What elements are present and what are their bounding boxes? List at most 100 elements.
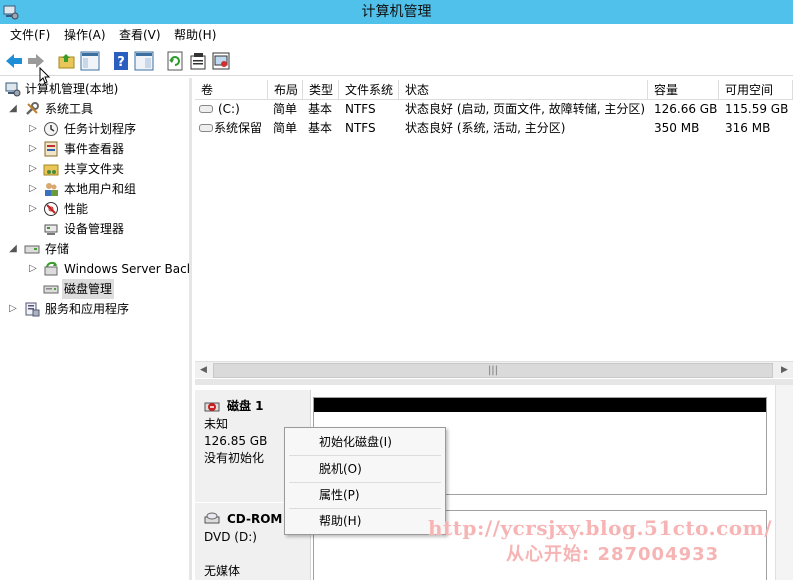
navigation-tree: 计算机管理(本地) ◢ 系统工具 ▷ 任务计划程序 ▷ 事件查看器 ▷ 共享文件… <box>0 78 192 580</box>
column-header-volume[interactable]: 卷 <box>195 80 268 100</box>
volume-name: 系统保留 <box>214 121 263 135</box>
expand-arrow-icon[interactable]: ▷ <box>28 159 38 179</box>
column-header-layout[interactable]: 布局 <box>268 80 303 100</box>
tree-item-services-applications[interactable]: ▷ 服务和应用程序 <box>0 299 189 319</box>
menu-view[interactable]: 查看(V) <box>117 24 163 46</box>
cdrom-icon <box>204 512 220 524</box>
disk-error-icon <box>204 402 220 412</box>
volume-capacity: 126.66 GB <box>654 102 718 116</box>
scroll-left-icon[interactable]: ◀ <box>195 362 212 379</box>
tree-item-system-tools[interactable]: ◢ 系统工具 <box>0 99 189 119</box>
volume-filesystem: NTFS <box>345 121 376 135</box>
scrollbar-thumb[interactable]: ||| <box>213 363 773 378</box>
column-header-capacity[interactable]: 容量 <box>648 80 719 100</box>
tree-label: 性能 <box>64 202 89 216</box>
expand-arrow-icon[interactable]: ▷ <box>28 199 38 219</box>
tree-item-task-scheduler[interactable]: ▷ 任务计划程序 <box>0 119 189 139</box>
up-folder-icon[interactable] <box>57 51 77 71</box>
collapse-arrow-icon[interactable]: ◢ <box>8 239 18 259</box>
volume-layout: 简单 <box>273 102 298 116</box>
tree-item-performance[interactable]: ▷ 性能 <box>0 199 189 219</box>
disk-status: 没有初始化 <box>204 451 265 465</box>
show-hide-tree-icon[interactable] <box>80 51 100 71</box>
tools-icon <box>26 102 39 115</box>
disk-name: 磁盘 1 <box>227 399 264 413</box>
disk-size: 126.85 GB <box>204 434 268 448</box>
tree-item-computer-management[interactable]: 计算机管理(本地) <box>0 79 189 99</box>
volume-filesystem: NTFS <box>345 102 376 116</box>
volume-type: 基本 <box>308 102 333 116</box>
scroll-right-icon[interactable]: ▶ <box>776 362 793 379</box>
disk-management-icon <box>43 285 59 294</box>
expand-arrow-icon[interactable]: ▷ <box>8 299 18 319</box>
tree-label: 共享文件夹 <box>64 162 125 176</box>
expand-arrow-icon[interactable]: ▷ <box>28 119 38 139</box>
computer-management-icon <box>5 82 21 97</box>
mouse-cursor-icon <box>39 67 51 84</box>
refresh-icon[interactable] <box>165 51 185 71</box>
volume-free-space: 115.59 GB <box>725 102 789 116</box>
disk-type: DVD (D:) <box>204 530 257 544</box>
menu-separator <box>289 455 441 456</box>
services-icon <box>25 302 40 317</box>
tree-item-shared-folders[interactable]: ▷ 共享文件夹 <box>0 159 189 179</box>
expand-arrow-icon[interactable]: ▷ <box>28 139 38 159</box>
storage-icon <box>24 245 40 254</box>
menu-help[interactable]: 帮助(H) <box>172 24 218 46</box>
expand-arrow-icon[interactable]: ▷ <box>28 259 38 279</box>
menu-item-properties[interactable]: 属性(P) <box>287 484 443 506</box>
menu-bar: 文件(F) 操作(A) 查看(V) 帮助(H) <box>0 24 793 46</box>
column-header-free-space[interactable]: 可用空间 <box>719 80 793 100</box>
horizontal-scrollbar[interactable]: ◀ ||| ▶ <box>195 361 793 378</box>
menu-separator <box>289 482 441 483</box>
tree-label: 服务和应用程序 <box>45 302 130 316</box>
watermark-url: http://ycrsjxy.blog.51cto.com/ <box>428 516 773 540</box>
menu-file[interactable]: 文件(F) <box>8 24 52 46</box>
volume-layout: 简单 <box>273 121 298 135</box>
volume-capacity: 350 MB <box>654 121 700 135</box>
back-icon[interactable] <box>4 51 24 71</box>
menu-item-offline[interactable]: 脱机(O) <box>287 458 443 480</box>
menu-separator <box>289 508 441 509</box>
title-bar: 计算机管理 <box>0 0 793 24</box>
column-header-status[interactable]: 状态 <box>399 80 648 100</box>
collapse-arrow-icon[interactable]: ◢ <box>8 99 18 119</box>
tree-item-local-users-groups[interactable]: ▷ 本地用户和组 <box>0 179 189 199</box>
svg-text:?: ? <box>117 55 125 70</box>
volume-free-space: 316 MB <box>725 121 771 135</box>
disk-status: 无媒体 <box>204 564 241 578</box>
action-pane-icon[interactable] <box>134 51 154 71</box>
volume-name: (C:) <box>218 102 240 116</box>
backup-icon <box>44 261 58 276</box>
menu-action[interactable]: 操作(A) <box>62 24 108 46</box>
clock-icon <box>44 122 58 136</box>
tree-label: 存储 <box>45 242 70 256</box>
properties-icon[interactable] <box>188 51 208 71</box>
column-header-type[interactable]: 类型 <box>303 80 339 100</box>
grip-icon: ||| <box>487 365 499 376</box>
volume-type: 基本 <box>308 121 333 135</box>
tree-item-device-manager[interactable]: 设备管理器 <box>0 219 189 239</box>
tree-item-windows-server-backup[interactable]: ▷ Windows Server Back <box>0 259 192 279</box>
tree-item-storage[interactable]: ◢ 存储 <box>0 239 189 259</box>
watermark: http://ycrsjxy.blog.51cto.com/ 从心开始: 287… <box>420 516 790 565</box>
tree-item-disk-management[interactable]: 磁盘管理 <box>0 279 189 299</box>
toolbar: ? <box>0 46 793 76</box>
tree-label: 任务计划程序 <box>64 122 137 136</box>
menu-item-initialize-disk[interactable]: 初始化磁盘(I) <box>287 431 443 453</box>
unallocated-strip <box>314 398 766 412</box>
console-icon[interactable] <box>211 51 231 71</box>
disk-type: 未知 <box>204 417 229 431</box>
event-viewer-icon <box>44 141 58 157</box>
tree-label: 本地用户和组 <box>64 182 137 196</box>
column-header-filesystem[interactable]: 文件系统 <box>339 80 399 100</box>
disk-name: CD-ROM <box>227 512 283 526</box>
expand-arrow-icon[interactable]: ▷ <box>28 179 38 199</box>
tree-label: Windows Server Back <box>64 262 192 276</box>
volume-list: 卷 布局 类型 文件系统 状态 容量 可用空间 (C:) 简单 基本 NTFS … <box>195 78 793 378</box>
users-icon <box>45 183 58 196</box>
help-icon[interactable]: ? <box>111 51 131 71</box>
tree-label: 设备管理器 <box>64 222 125 236</box>
volume-icon <box>199 124 213 132</box>
tree-item-event-viewer[interactable]: ▷ 事件查看器 <box>0 139 189 159</box>
